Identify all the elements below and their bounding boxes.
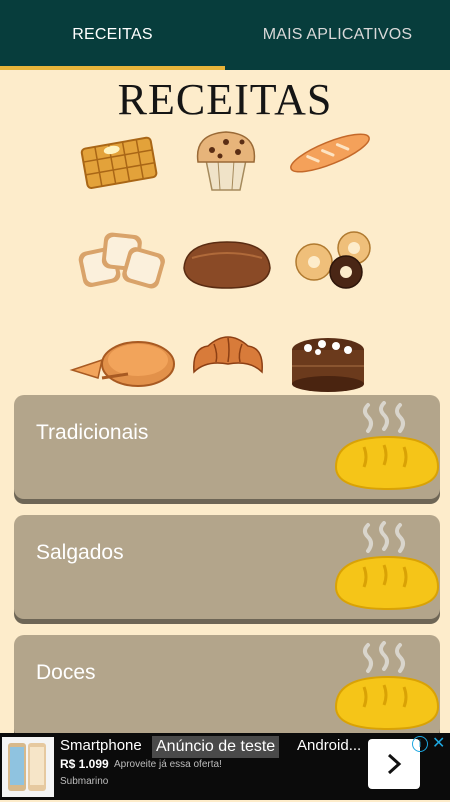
- bread-slices-icon: [78, 232, 165, 289]
- bread-loaf-icon: [334, 641, 440, 731]
- ad-close-icon[interactable]: ✕: [432, 733, 445, 753]
- round-loaf-icon: [183, 241, 271, 289]
- croissant-icon: [193, 336, 263, 374]
- ad-phone-image: [2, 737, 54, 797]
- ad-info-icon[interactable]: i: [412, 736, 428, 752]
- bread-loaf-icon: [334, 521, 440, 611]
- ad-title: Smartphone: [60, 737, 142, 754]
- pie-icon: [69, 341, 175, 387]
- category-card-salgados[interactable]: Salgados: [14, 515, 440, 619]
- chevron-right-icon: [387, 753, 402, 775]
- category-label: Tradicionais: [36, 421, 149, 444]
- ad-test-label: Anúncio de teste: [152, 736, 280, 758]
- category-card-tradicionais[interactable]: Tradicionais: [14, 395, 440, 499]
- tab-bar: RECEITAS MAIS APLICATIVOS: [0, 0, 450, 70]
- ad-banner[interactable]: Smartphone Android... Anúncio de teste R…: [0, 733, 450, 800]
- baguette-icon: [290, 133, 370, 173]
- waffle-icon: [80, 136, 158, 190]
- bread-loaf-icon: [334, 401, 440, 491]
- page-title: RECEITAS: [117, 75, 333, 124]
- ad-advertiser: Submarino: [60, 776, 109, 787]
- ad-title-continued: Android...: [297, 737, 362, 754]
- tab-mais-aplicativos[interactable]: MAIS APLICATIVOS: [225, 0, 450, 70]
- category-label: Doces: [36, 661, 96, 684]
- chocolate-cake-icon: [292, 338, 364, 392]
- category-label: Salgados: [36, 541, 124, 564]
- category-card-doces[interactable]: Doces: [14, 635, 440, 739]
- donuts-icon: [295, 231, 371, 289]
- muffin-icon: [196, 131, 256, 191]
- ad-subtitle: Aproveite já essa oferta!: [114, 759, 222, 770]
- ad-price: R$ 1.099: [60, 757, 109, 771]
- tab-receitas[interactable]: RECEITAS: [0, 0, 225, 70]
